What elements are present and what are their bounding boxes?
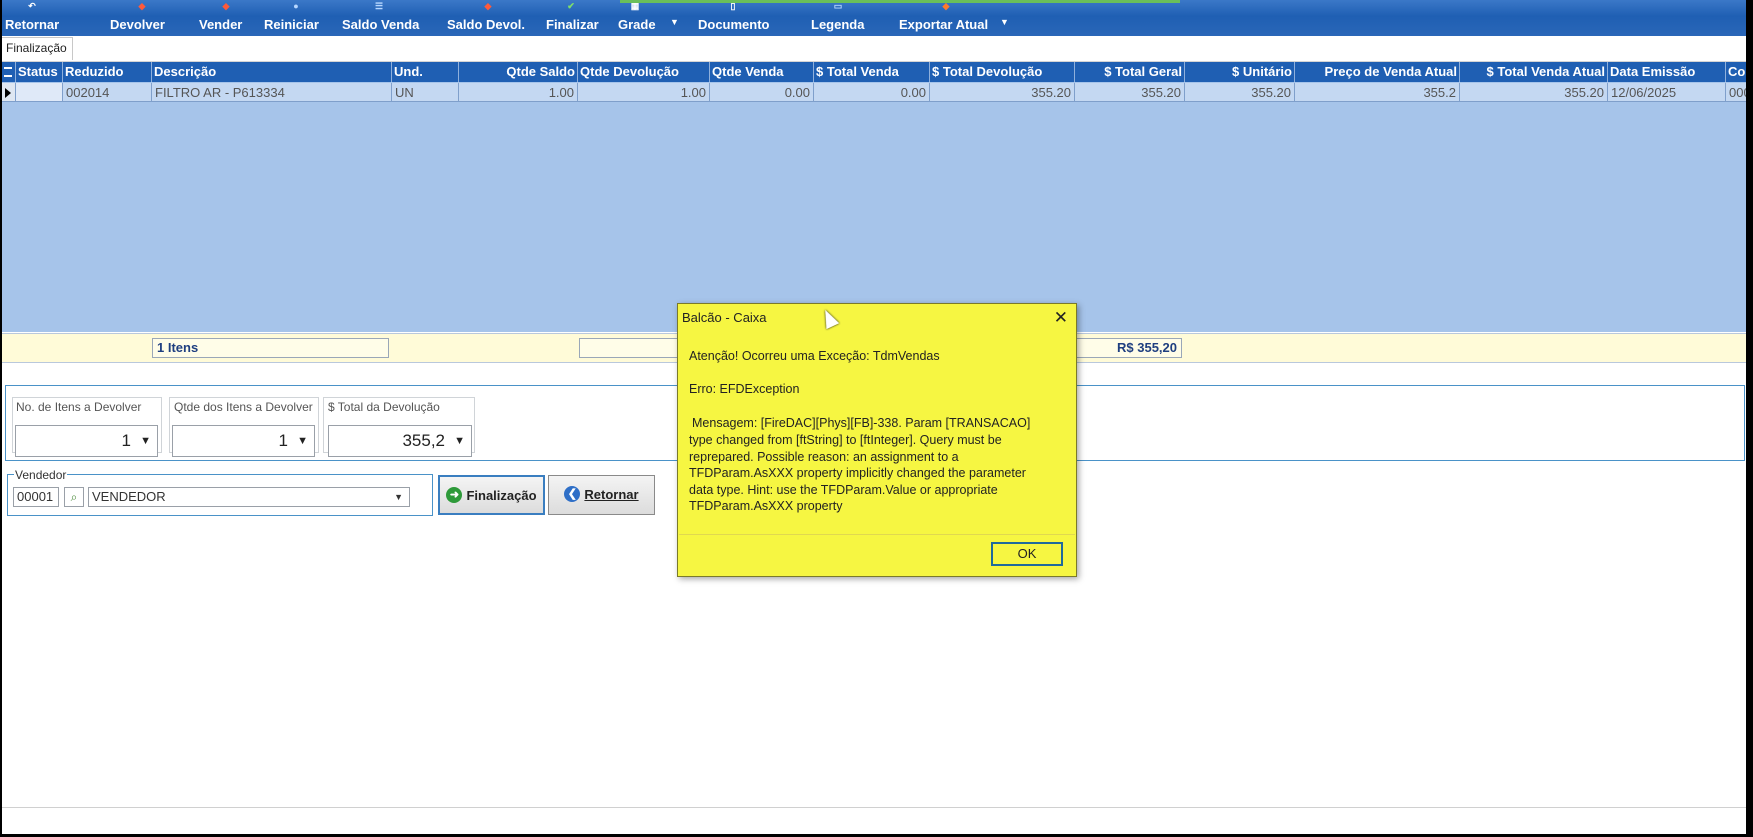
col-header-preco-venda-atual[interactable]: Preço de Venda Atual [1295, 62, 1460, 82]
cell-data-emissao[interactable]: 12/06/2025 [1608, 83, 1726, 102]
arrow-right-icon: ➜ [446, 487, 463, 504]
window-border-left [0, 0, 2, 837]
cell-descricao[interactable]: FILTRO AR - P613334 [152, 83, 392, 102]
dialog-title: Balcão - Caixa [682, 310, 767, 325]
chevron-down-icon[interactable]: ▼ [394, 488, 403, 506]
vendedor-group: Vendedor 00001 ⌕ VENDEDOR ▼ [7, 468, 433, 516]
col-header-descricao[interactable]: Descrição [152, 62, 392, 82]
items-grid[interactable]: Status Reduzido Descrição Und. Qtde Sald… [0, 62, 1753, 332]
table-row[interactable]: 002014 FILTRO AR - P613334 UN 1.00 1.00 … [0, 83, 1753, 102]
legend-icon: ▭ [833, 1, 843, 11]
no-itens-label: No. de Itens a Devolver [14, 400, 144, 414]
close-icon[interactable]: ✕ [1054, 308, 1068, 328]
tab-finalizacao[interactable]: Finalização [0, 37, 73, 60]
toolbar-accent-line [620, 0, 1180, 3]
col-header-data-emissao[interactable]: Data Emissão [1608, 62, 1726, 82]
vendedor-name-value: VENDEDOR [92, 489, 166, 504]
dialog-message-line-5: data type. Hint: use the TFDParam.Value … [689, 483, 998, 497]
error-dialog: Balcão - Caixa ✕ Atenção! Ocorreu uma Ex… [677, 303, 1077, 577]
grid-header-menu-icon[interactable] [0, 62, 16, 82]
vendedor-name-select[interactable]: VENDEDOR ▼ [88, 487, 410, 507]
vendedor-search-icon[interactable]: ⌕ [64, 487, 84, 507]
cell-qtde-saldo[interactable]: 1.00 [459, 83, 578, 102]
list-icon: ☰ [374, 1, 384, 11]
dialog-error-text: Erro: EFDException [689, 382, 800, 396]
dialog-message-line-1: Mensagem: [FireDAC][Phys][FB]-338. Param… [692, 416, 1031, 430]
col-header-reduzido[interactable]: Reduzido [63, 62, 152, 82]
cell-qtde-devolucao[interactable]: 1.00 [578, 83, 710, 102]
cell-total-venda-atual[interactable]: 355.20 [1460, 83, 1608, 102]
cell-reduzido[interactable]: 002014 [63, 83, 152, 102]
cell-total-venda[interactable]: 0.00 [814, 83, 930, 102]
col-header-total-venda-atual[interactable]: $ Total Venda Atual [1460, 62, 1608, 82]
col-header-unitario[interactable]: $ Unitário [1185, 62, 1295, 82]
dialog-message-line-2: type changed from [ftString] to [ftInteg… [689, 433, 1002, 447]
col-header-status[interactable]: Status [16, 62, 63, 82]
undo-icon: ↶ [28, 1, 36, 11]
no-itens-value: 1 [121, 431, 131, 450]
cell-total-geral[interactable]: 355.20 [1075, 83, 1185, 102]
toolbar: ↶ Retornar ◆ Devolver ◆ Vender ● Reinici… [0, 0, 1753, 37]
export-dropdown-arrow-icon[interactable]: ▼ [1000, 17, 1009, 27]
grade-dropdown-arrow-icon[interactable]: ▼ [670, 17, 679, 27]
grid-icon: ▦ [630, 1, 640, 11]
total-summary: R$ 355,20 [1076, 338, 1182, 358]
cell-status[interactable] [16, 83, 63, 102]
chevron-down-icon[interactable]: ▼ [297, 426, 308, 456]
export-icon: ◆ [942, 1, 950, 11]
no-itens-combo[interactable]: 1 ▼ [15, 425, 158, 457]
cell-qtde-venda[interactable]: 0.00 [710, 83, 814, 102]
cell-total-devolucao[interactable]: 355.20 [930, 83, 1075, 102]
cell-preco-venda-atual[interactable]: 355.2 [1295, 83, 1460, 102]
status-bar [0, 807, 1753, 836]
qtde-itens-value: 1 [278, 431, 288, 450]
col-header-qtde-saldo[interactable]: Qtde Saldo [459, 62, 578, 82]
chevron-down-icon[interactable]: ▼ [454, 426, 465, 456]
vendedor-code-input[interactable]: 00001 [13, 487, 59, 507]
refresh-icon: ● [293, 1, 299, 11]
col-header-qtde-venda[interactable]: Qtde Venda [710, 62, 814, 82]
arrow-left-icon: ❮ [564, 486, 581, 503]
window-border-right [1746, 0, 1753, 837]
qtde-itens-label: Qtde dos Itens a Devolver [172, 400, 315, 414]
row-indicator-icon [0, 83, 16, 102]
items-count-summary: 1 Itens [152, 338, 389, 358]
retornar-button[interactable]: ❮ Retornar [548, 475, 655, 515]
check-icon: ✔ [567, 1, 575, 11]
total-devolucao-value: 355,2 [402, 431, 445, 450]
sell-icon: ◆ [222, 1, 230, 11]
return-balance-icon: ◆ [484, 1, 492, 11]
dialog-message-line-6: TFDParam.AsXXX property [689, 499, 843, 513]
col-header-total-geral[interactable]: $ Total Geral [1075, 62, 1185, 82]
col-header-und[interactable]: Und. [392, 62, 459, 82]
document-icon: ▯ [730, 1, 736, 11]
finalizacao-button[interactable]: ➜ Finalização [438, 475, 545, 515]
return-icon: ◆ [138, 1, 146, 11]
dialog-attention-text: Atenção! Ocorreu uma Exceção: TdmVendas [689, 349, 940, 363]
grid-header: Status Reduzido Descrição Und. Qtde Sald… [0, 62, 1753, 82]
total-devolucao-label: $ Total da Devolução [326, 400, 442, 414]
dialog-separator [679, 534, 1075, 535]
col-header-total-venda[interactable]: $ Total Venda [814, 62, 930, 82]
chevron-down-icon[interactable]: ▼ [140, 426, 151, 456]
cell-und[interactable]: UN [392, 83, 459, 102]
cell-unitario[interactable]: 355.20 [1185, 83, 1295, 102]
col-header-qtde-devolucao[interactable]: Qtde Devolução [578, 62, 710, 82]
tab-strip [0, 36, 1753, 62]
vendedor-label: Vendedor [14, 468, 68, 482]
dialog-message-line-4: TFDParam.AsXXX property implicitly chang… [689, 466, 1026, 480]
qtde-itens-combo[interactable]: 1 ▼ [172, 425, 315, 457]
dialog-message-line-3: reprepared. Possible reason: an assignme… [689, 450, 959, 464]
col-header-total-devolucao[interactable]: $ Total Devolução [930, 62, 1075, 82]
total-devolucao-combo[interactable]: 355,2 ▼ [328, 425, 472, 457]
ok-button[interactable]: OK [991, 542, 1063, 566]
